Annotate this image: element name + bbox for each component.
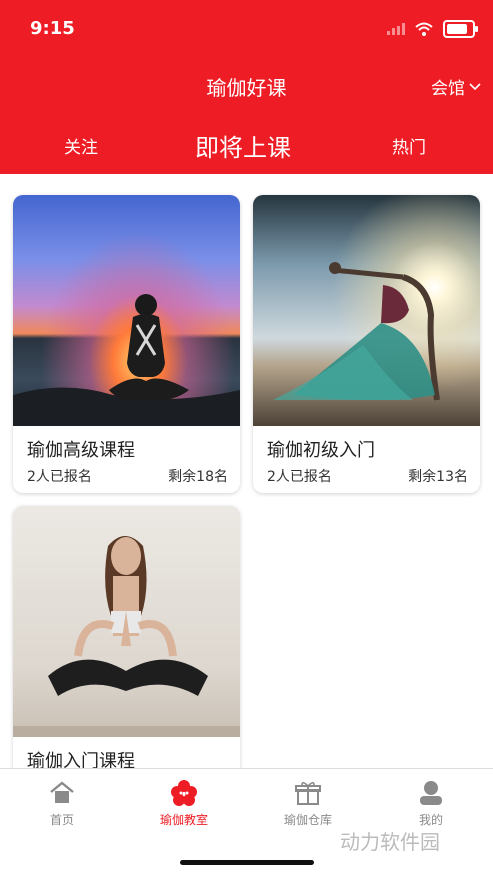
- home-indicator[interactable]: [180, 860, 314, 865]
- tab-mine-label: 我的: [418, 813, 443, 827]
- chevron-down-icon: [469, 82, 481, 90]
- tab-classroom[interactable]: 瑜伽教室: [134, 779, 234, 828]
- remaining-count: 剩余18名: [168, 469, 228, 485]
- course-image: [13, 506, 240, 737]
- status-icons: [387, 20, 478, 38]
- course-name: 瑜伽高级课程: [27, 440, 135, 461]
- home-icon: [50, 781, 74, 803]
- meditation-figure-icon: [13, 294, 240, 426]
- flower-icon: [171, 780, 197, 806]
- course-grid: 瑜伽高级课程 2人已报名 剩余18名 瑜伽初级入门 2人已报名 剩余13名 瑜伽…: [0, 174, 493, 768]
- venue-label: 会馆: [431, 79, 465, 99]
- page-title: 瑜伽好课: [206, 76, 287, 100]
- battery-icon: [443, 20, 478, 38]
- course-image: [13, 195, 240, 426]
- squat-figure-icon: [13, 536, 240, 737]
- watermark-text: 动力软件园: [340, 830, 440, 854]
- course-image: [253, 195, 480, 426]
- enrolled-count: 2人已报名: [267, 469, 332, 485]
- course-card[interactable]: 瑜伽初级入门 2人已报名 剩余13名: [253, 195, 480, 493]
- tab-upcoming[interactable]: 即将上课: [195, 128, 291, 163]
- wifi-icon: [415, 22, 433, 36]
- status-time: 9:15: [30, 18, 75, 39]
- tab-mine[interactable]: 我的: [381, 779, 481, 828]
- course-name: 瑜伽初级入门: [267, 440, 375, 461]
- tab-classroom-label: 瑜伽教室: [159, 813, 208, 827]
- venue-dropdown[interactable]: 会馆: [431, 74, 481, 99]
- course-card[interactable]: 瑜伽高级课程 2人已报名 剩余18名: [13, 195, 240, 493]
- app-header: 9:15 瑜伽好课 会馆 关注 即将上课 热门: [0, 0, 493, 174]
- tab-warehouse-label: 瑜伽仓库: [283, 813, 332, 827]
- tab-home-label: 首页: [49, 813, 74, 827]
- tab-home[interactable]: 首页: [12, 779, 112, 828]
- gift-icon: [295, 781, 321, 805]
- tab-hot[interactable]: 热门: [392, 133, 426, 158]
- dancer-figure-icon: [273, 262, 440, 401]
- user-icon: [420, 781, 442, 805]
- course-tabs: 关注 即将上课 热门: [0, 128, 493, 162]
- course-card[interactable]: 瑜伽入门课程: [13, 506, 240, 768]
- tab-warehouse[interactable]: 瑜伽仓库: [258, 779, 358, 828]
- enrolled-count: 2人已报名: [27, 469, 92, 485]
- cellular-icon: [387, 23, 405, 35]
- course-name: 瑜伽入门课程: [27, 751, 135, 768]
- remaining-count: 剩余13名: [408, 469, 468, 485]
- tab-follow[interactable]: 关注: [64, 133, 98, 158]
